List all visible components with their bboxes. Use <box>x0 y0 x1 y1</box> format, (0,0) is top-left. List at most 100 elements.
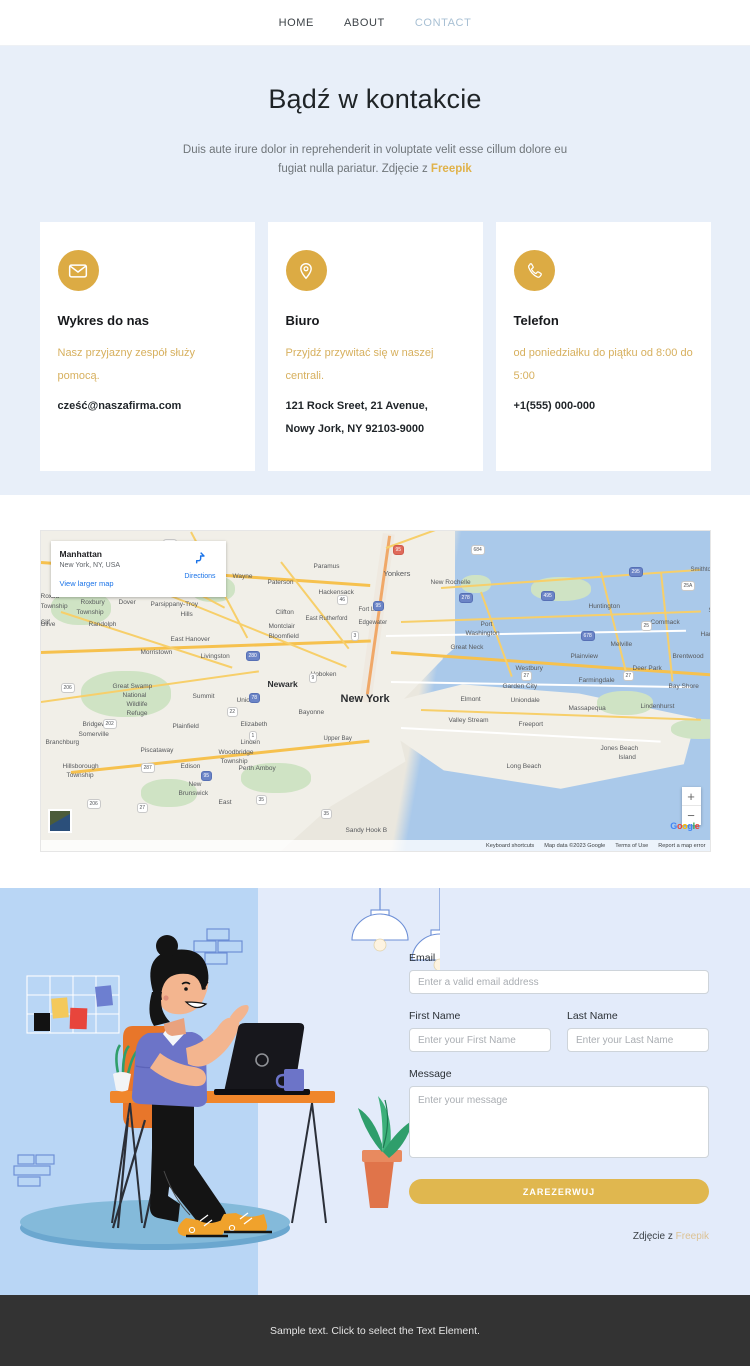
map-label: Garden City <box>502 683 538 690</box>
nav-item-about[interactable]: ABOUT <box>344 17 385 29</box>
workspace-illustration <box>13 888 440 1250</box>
map-label: Roxbury <box>80 599 105 606</box>
nav-item-contact[interactable]: CONTACT <box>415 17 472 29</box>
map-satellite-thumbnail[interactable] <box>47 809 72 833</box>
contact-card-office: Biuro Przyjdź przywitać się w naszej cen… <box>267 222 483 471</box>
map-label: Randolph <box>88 621 117 628</box>
map-route-shield: 95 <box>392 545 405 555</box>
map-route-shield: 95 <box>372 601 385 611</box>
map-route-shield: 25A <box>680 581 696 591</box>
card-value[interactable]: +1(555) 000-000 <box>514 395 695 418</box>
map-route-shield: 206 <box>60 683 75 693</box>
map-label: Newark <box>267 679 298 689</box>
map-route-shield: 95 <box>200 771 213 781</box>
map-label: Morristown <box>140 649 173 656</box>
map-route-shield: 35 <box>255 795 268 805</box>
map-route-shield: 25 <box>640 621 653 631</box>
contact-card-email: Wykres do nas Nasz przyjazny zespół służ… <box>39 222 255 471</box>
card-value[interactable]: cześć@naszafirma.com <box>58 395 239 418</box>
report-map-error-link[interactable]: Report a map error <box>658 843 705 849</box>
message-input[interactable] <box>409 1086 709 1158</box>
email-input[interactable] <box>409 970 709 994</box>
map-zoom-controls: + − <box>681 787 701 825</box>
map-label: Township <box>76 609 104 616</box>
map-label: Valley Stream <box>448 717 489 724</box>
card-description: od poniedziałku do piątku od 8:00 do 5:0… <box>513 347 693 382</box>
map-label: Jones Beach <box>600 745 639 752</box>
map-route-shield: 1 <box>248 731 258 741</box>
page-title: Bądź w kontakcie <box>268 84 482 114</box>
map-label: Brunswick <box>178 790 209 797</box>
map-label: Refuge <box>126 710 148 717</box>
map-label: Hackensack <box>318 589 354 596</box>
map-label: Commack <box>650 619 680 626</box>
first-name-label: First Name <box>409 1010 461 1022</box>
map-route-shield: 35 <box>320 809 333 819</box>
map-label: Farmingdale <box>578 677 615 684</box>
map-label: Elizabeth <box>240 721 268 728</box>
map-label: Hillsborough <box>62 763 99 770</box>
map-label: Plainview <box>570 653 598 660</box>
hero-section: Bądź w kontakcie Duis aute irure dolor i… <box>0 46 750 199</box>
card-title: Wykres do nas <box>57 313 150 328</box>
google-logo: Google <box>670 821 700 831</box>
message-field-wrap: Message <box>409 1068 709 1163</box>
email-label: Email <box>409 952 436 964</box>
map-label: Lindenhurst <box>640 703 675 710</box>
image-credit: Zdjęcie z Freepik <box>409 1231 709 1242</box>
card-value-second-line: Nowy Jork, NY 92103-9000 <box>285 423 425 435</box>
map-label: Livingston <box>200 653 230 660</box>
directions-icon <box>195 552 205 564</box>
map-route-shield: 3 <box>350 631 360 641</box>
keyboard-shortcuts-link[interactable]: Keyboard shortcuts <box>486 843 534 849</box>
map-label: Great Swamp <box>112 683 153 690</box>
map-label: New York <box>340 693 390 705</box>
card-title: Telefon <box>513 313 559 328</box>
card-value: 121 Rock Sreet, 21 Avenue, <box>285 400 428 412</box>
map-label: Bloomfield <box>268 633 299 640</box>
map-label: Uniondale <box>510 697 540 704</box>
map-label: Perth Amboy <box>238 765 276 772</box>
map-info-card[interactable]: Manhattan New York, NY, USA View larger … <box>50 541 226 597</box>
map-label: Bay Shore <box>668 683 699 690</box>
zoom-in-button[interactable]: + <box>681 787 701 806</box>
map-label: Port <box>480 621 493 628</box>
map-label: Wildlife <box>126 701 148 708</box>
freepik-link-hero[interactable]: Freepik <box>431 163 472 175</box>
floor-plant <box>358 1096 413 1208</box>
map-route-shield: 9 <box>308 673 318 683</box>
map-label: Bayonne <box>298 709 325 716</box>
map-label: Hauppauge <box>700 631 710 638</box>
map-label: Olive <box>40 621 56 628</box>
map-label: Township <box>220 758 248 765</box>
name-fields-row: First Name Last Name <box>409 1010 709 1052</box>
directions-button[interactable]: Directions <box>184 550 216 580</box>
pendant-lamp-left <box>351 888 409 952</box>
map-attribution-bar: Keyboard shortcuts Map data ©2023 Google… <box>40 840 710 851</box>
map-label: Township <box>66 772 94 779</box>
view-larger-map-link[interactable]: View larger map <box>60 579 217 588</box>
first-name-input[interactable] <box>409 1028 551 1052</box>
map-route-shield: 678 <box>580 631 595 641</box>
card-description: Nasz przyjazny zespół służy pomocą. <box>57 347 196 382</box>
hero-subtitle-line2: fugiat nulla pariatur. Zdjęcie z <box>278 163 431 175</box>
image-credit-prefix: Zdjęcie z <box>632 1231 676 1242</box>
map-label: Piscataway <box>140 747 174 754</box>
map-section: New York Newark Yonkers Paramus New Rochelle… <box>0 495 750 888</box>
footer-sample-text[interactable]: Sample text. Click to select the Text El… <box>270 1325 480 1337</box>
submit-button[interactable]: ZAREZERWUJ <box>409 1179 709 1204</box>
map-label: Brentwood <box>672 653 704 660</box>
nav-item-home[interactable]: HOME <box>279 17 314 29</box>
map-label: Yonkers <box>383 569 411 578</box>
map-route-shield: 495 <box>540 591 555 601</box>
last-name-label: Last Name <box>567 1010 618 1022</box>
contact-cards-section: Wykres do nas Nasz przyjazny zespół służ… <box>0 199 750 495</box>
google-map[interactable]: New York Newark Yonkers Paramus New Rochelle… <box>39 530 711 852</box>
map-label: Edgewater <box>358 620 388 626</box>
map-label: Long Beach <box>506 763 542 770</box>
map-label: Parsippany-Troy <box>150 601 198 608</box>
freepik-link-form[interactable]: Freepik <box>676 1231 709 1242</box>
last-name-input[interactable] <box>567 1028 709 1052</box>
terms-of-use-link[interactable]: Terms of Use <box>615 843 648 849</box>
map-route-shield: 202 <box>102 719 117 729</box>
